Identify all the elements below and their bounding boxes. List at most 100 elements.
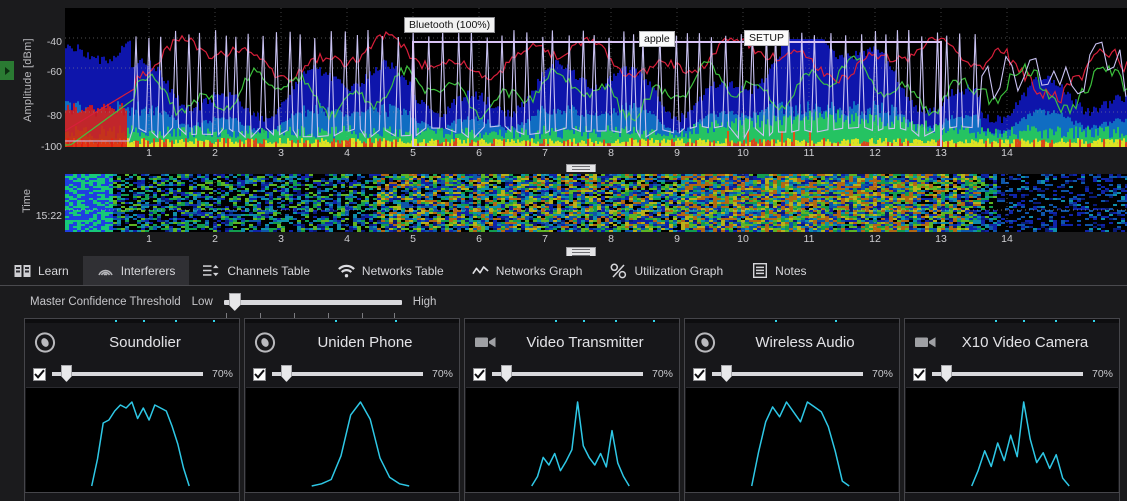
- slider-thumb[interactable]: [228, 293, 241, 311]
- waterfall-plot[interactable]: [65, 174, 1127, 232]
- card-confidence-value: 70%: [871, 368, 893, 380]
- books-icon: [14, 262, 31, 279]
- tab-networks-graph[interactable]: Networks Graph: [458, 256, 597, 285]
- interferer-card-partial[interactable]: [684, 492, 900, 501]
- spectrum-marker-setup[interactable]: SETUP: [744, 30, 790, 46]
- master-threshold-high-label: High: [412, 296, 437, 308]
- tab-label: Channels Table: [227, 263, 310, 278]
- slider-thumb[interactable]: [721, 365, 732, 382]
- speaker-icon: [693, 331, 719, 353]
- card-enable-checkbox[interactable]: [253, 367, 266, 381]
- interferer-card-partial[interactable]: [244, 492, 460, 501]
- camcorder-icon: [913, 331, 939, 353]
- tab-label: Utilization Graph: [634, 263, 724, 278]
- card-confidence-slider[interactable]: [492, 364, 643, 384]
- card-signature-graph[interactable]: [26, 387, 238, 493]
- interferer-card[interactable]: X10 Video Camera 70%: [904, 318, 1120, 496]
- master-confidence-threshold-slider[interactable]: [223, 291, 402, 318]
- card-header: Video Transmitter: [465, 323, 679, 361]
- card-confidence-slider[interactable]: [932, 364, 1083, 384]
- card-enable-checkbox[interactable]: [33, 367, 46, 381]
- tab-channels-table[interactable]: Channels Table: [189, 256, 324, 285]
- card-enable-checkbox[interactable]: [693, 367, 706, 381]
- slider-track: [492, 372, 643, 376]
- card-signature-graph[interactable]: [466, 387, 678, 493]
- interferer-card[interactable]: Uniden Phone 70%: [244, 318, 460, 496]
- card-threshold-row: 70%: [905, 361, 1119, 387]
- card-signature-graph[interactable]: [246, 387, 458, 493]
- interferer-card-partial[interactable]: [904, 492, 1120, 501]
- card-title: Video Transmitter: [526, 333, 644, 351]
- spectrum-marker-bluetooth[interactable]: Bluetooth (100%): [404, 17, 496, 33]
- card-threshold-row: 70%: [245, 361, 459, 387]
- tab-label: Learn: [38, 263, 69, 278]
- tab-interferers[interactable]: Interferers: [82, 256, 190, 285]
- interferer-card[interactable]: Wireless Audio 70%: [684, 318, 900, 496]
- spectrum-x-axis-ticks: 1 2 3 4 5 6 7 8 9 10 11 12 13 14: [65, 147, 1127, 162]
- signal-arcs-icon: [97, 262, 114, 279]
- card-activity-strip: [905, 318, 1119, 323]
- slider-track: [272, 372, 423, 376]
- card-enable-checkbox[interactable]: [473, 367, 486, 381]
- waterfall-heatmap: [65, 174, 1127, 232]
- card-confidence-slider[interactable]: [272, 364, 423, 384]
- slider-track: [712, 372, 863, 376]
- interferer-card[interactable]: Video Transmitter 70%: [464, 318, 680, 496]
- spectrum-x-tick: 14: [1001, 147, 1013, 159]
- waterfall-x-tick: 13: [935, 233, 947, 245]
- percent-icon: [610, 262, 627, 279]
- master-confidence-threshold-row: Master Confidence Threshold Low High: [0, 288, 1127, 318]
- waterfall-x-tick: 9: [674, 233, 680, 245]
- card-confidence-value: 70%: [1091, 368, 1113, 380]
- interferer-card[interactable]: Soundolier 70%: [24, 318, 240, 496]
- card-activity-strip: [25, 318, 239, 323]
- card-confidence-slider[interactable]: [52, 364, 203, 384]
- card-signature-graph[interactable]: [686, 387, 898, 493]
- spectrum-panel: Amplitude [dBm] -40 -60 -80 -100 1234567891…: [0, 0, 1127, 162]
- waterfall-x-tick: 14: [1001, 233, 1013, 245]
- spectrum-y-tick: -60: [46, 66, 62, 78]
- card-confidence-value: 70%: [431, 368, 453, 380]
- tab-notes[interactable]: Notes: [737, 256, 820, 285]
- spectrum-x-tick: 2: [212, 147, 218, 159]
- notes-icon: [751, 262, 768, 279]
- left-panel-expander-button[interactable]: [0, 61, 14, 80]
- card-header: Wireless Audio: [685, 323, 899, 361]
- spectrum-x-tick: 3: [278, 147, 284, 159]
- tab-utilization-graph[interactable]: Utilization Graph: [596, 256, 737, 285]
- waterfall-x-tick: 6: [476, 233, 482, 245]
- card-confidence-slider[interactable]: [712, 364, 863, 384]
- waterfall-x-tick: 4: [344, 233, 350, 245]
- card-title: Uniden Phone: [317, 333, 413, 351]
- spectrum-plot[interactable]: [65, 8, 1127, 147]
- spectrum-y-axis-ticks: -40 -60 -80 -100: [36, 6, 62, 158]
- card-header: X10 Video Camera: [905, 323, 1119, 361]
- speaker-icon: [253, 331, 279, 353]
- interferer-card-partial[interactable]: [464, 492, 680, 501]
- spectrum-x-tick: 7: [542, 147, 548, 159]
- slider-thumb[interactable]: [61, 365, 72, 382]
- spectrum-x-tick: 13: [935, 147, 947, 159]
- tab-networks-table[interactable]: Networks Table: [324, 256, 458, 285]
- list-sort-icon: [203, 262, 220, 279]
- spectrum-marker-apple[interactable]: apple: [639, 31, 675, 47]
- master-threshold-low-label: Low: [191, 296, 213, 308]
- spectrum-traces: [65, 8, 1127, 147]
- slider-thumb[interactable]: [281, 365, 292, 382]
- card-signature-graph[interactable]: [906, 387, 1118, 493]
- tab-learn[interactable]: Learn: [0, 256, 83, 285]
- spectrum-x-tick: 11: [803, 147, 815, 159]
- interferer-card-partial[interactable]: [24, 492, 240, 501]
- tab-label: Networks Table: [361, 263, 444, 278]
- spectrum-x-tick: 1: [146, 147, 152, 159]
- waterfall-x-tick: 1: [146, 233, 152, 245]
- spectrum-x-tick: 5: [410, 147, 416, 159]
- spectrum-y-axis-label: Amplitude [dBm]: [22, 38, 34, 122]
- slider-thumb[interactable]: [941, 365, 952, 382]
- slider-thumb[interactable]: [501, 365, 512, 382]
- view-tab-bar[interactable]: Learn Interferers Channels Table Networks T…: [0, 256, 1127, 286]
- interferer-card-list: Soundolier 70% Uniden Phone 70% Video Transm…: [0, 318, 1127, 501]
- card-enable-checkbox[interactable]: [913, 367, 926, 381]
- card-header: Uniden Phone: [245, 323, 459, 361]
- tab-label: Interferers: [120, 263, 176, 278]
